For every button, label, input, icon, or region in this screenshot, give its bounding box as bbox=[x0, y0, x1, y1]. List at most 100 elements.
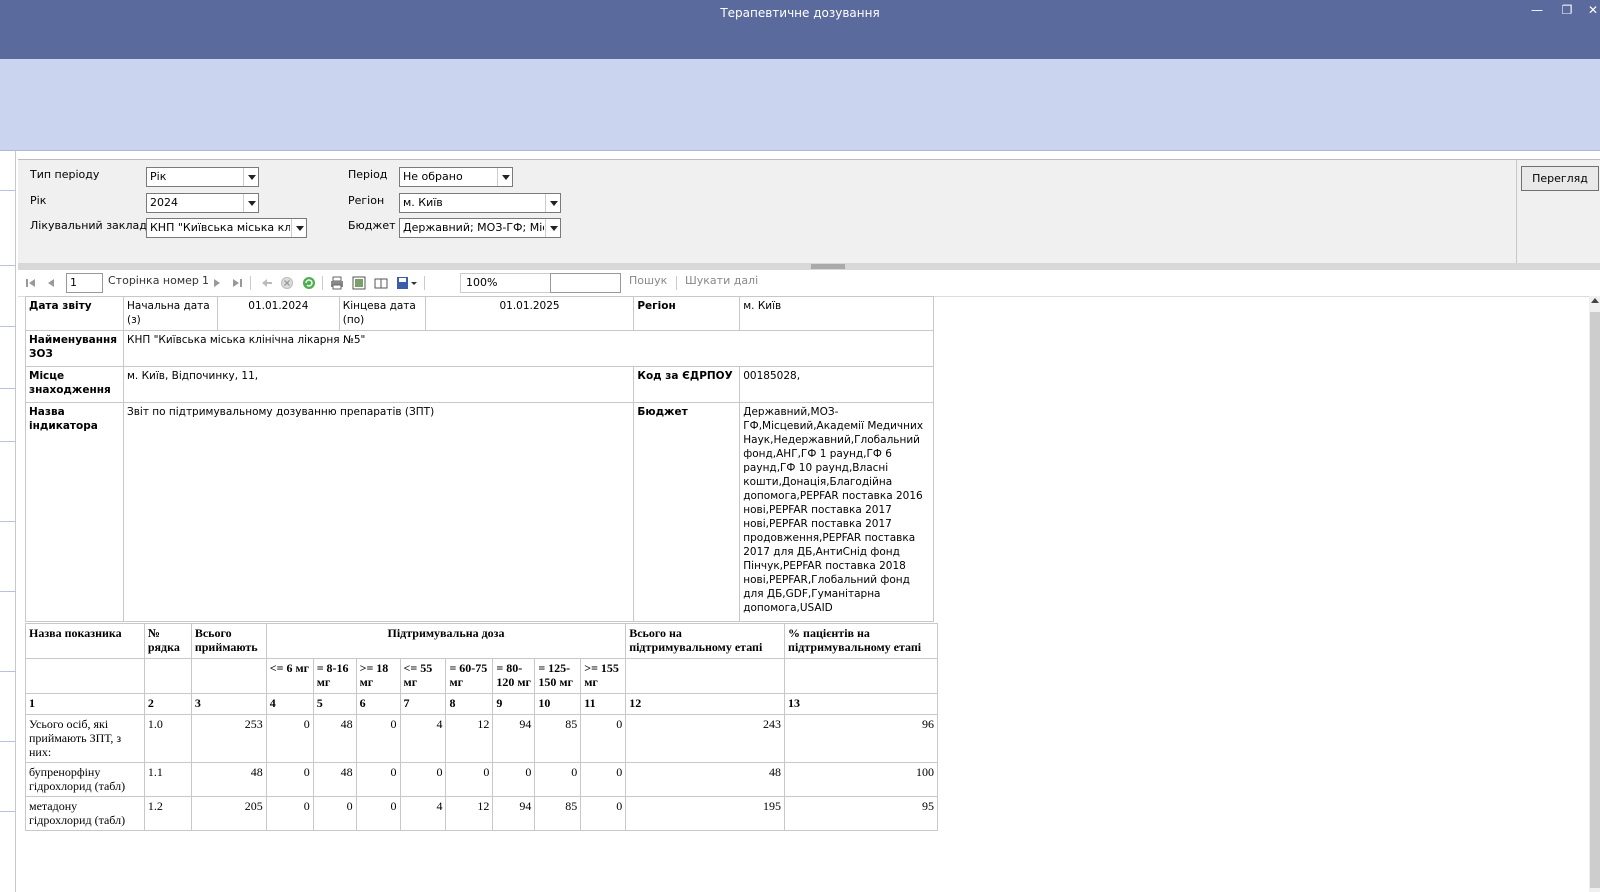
budget-value: Державний,МОЗ-ГФ,Місцевий,Академії Медич… bbox=[739, 402, 934, 622]
title-bar: Терапевтичне дозування — ❐ ✕ bbox=[0, 0, 1600, 59]
dose-range-header: = 60-75 мг bbox=[445, 658, 494, 694]
dose-value: 4 bbox=[399, 796, 447, 831]
col-dose-header: Підтримувальна доза bbox=[265, 623, 627, 659]
region-label: Регіон bbox=[348, 194, 385, 207]
restore-button[interactable]: ❐ bbox=[1558, 2, 1576, 18]
period-select[interactable]: Не обрано bbox=[399, 167, 513, 187]
region-select[interactable]: м. Київ bbox=[399, 193, 561, 213]
dose-value: 0 bbox=[265, 714, 314, 763]
row-total: 48 bbox=[190, 762, 267, 797]
left-panel-edge bbox=[0, 151, 16, 892]
report-scrollbar[interactable] bbox=[1589, 296, 1600, 892]
row-number: 1.1 bbox=[143, 762, 192, 797]
export-icon[interactable] bbox=[396, 276, 410, 290]
dosage-table: Назва показника № рядка Всього приймають… bbox=[25, 623, 938, 831]
last-page-icon[interactable] bbox=[230, 276, 244, 290]
indicator-value: Звіт по підтримувальному дозуванню препа… bbox=[122, 402, 635, 622]
column-number: 12 bbox=[625, 693, 786, 715]
start-date: 01.01.2024 bbox=[216, 296, 340, 331]
chevron-down-icon[interactable] bbox=[291, 219, 306, 237]
dose-value: 48 bbox=[312, 762, 357, 797]
report-header-table: Дата звіту Начальна дата (з) 01.01.2024 … bbox=[25, 296, 935, 622]
row-maint-total: 195 bbox=[625, 796, 786, 831]
minimize-button[interactable]: — bbox=[1528, 2, 1546, 18]
dose-value: 0 bbox=[534, 762, 582, 797]
column-number: 13 bbox=[784, 693, 938, 715]
row-name: Усього осіб, які приймають ЗПТ, з них: bbox=[25, 714, 145, 763]
search-button[interactable]: Пошук bbox=[629, 274, 667, 287]
column-number: 11 bbox=[580, 693, 627, 715]
export-dropdown-icon[interactable] bbox=[410, 276, 418, 290]
chevron-down-icon[interactable] bbox=[243, 168, 258, 186]
chevron-down-icon[interactable] bbox=[545, 194, 560, 212]
next-page-icon[interactable] bbox=[210, 276, 224, 290]
back-icon[interactable] bbox=[260, 276, 274, 290]
column-number-row: 1 2 3 4 5 6 7 8 9 10 11 12 13 bbox=[25, 693, 938, 715]
page-total: 1 bbox=[202, 274, 209, 287]
facility-select[interactable]: КНП "Київська міська клін bbox=[146, 218, 307, 238]
view-button[interactable]: Перегляд bbox=[1521, 166, 1599, 191]
table-row: Усього осіб, які приймають ЗПТ, з них: 1… bbox=[25, 714, 938, 763]
col-percent-header: % пацієнтів на підтримувальному етапі bbox=[784, 623, 938, 659]
column-number: 9 bbox=[492, 693, 536, 715]
row-percent: 100 bbox=[784, 762, 938, 797]
period-type-label: Тип періоду bbox=[30, 168, 100, 181]
search-input[interactable] bbox=[550, 273, 621, 293]
print-layout-icon[interactable] bbox=[352, 276, 366, 290]
chevron-down-icon[interactable] bbox=[497, 168, 512, 186]
budget-select[interactable]: Державний; МОЗ-ГФ; Міс bbox=[399, 218, 561, 238]
chevron-down-icon[interactable] bbox=[545, 219, 560, 237]
first-page-icon[interactable] bbox=[24, 276, 38, 290]
period-type-select[interactable]: Рік bbox=[146, 167, 259, 187]
refresh-icon[interactable] bbox=[302, 276, 316, 290]
column-number: 7 bbox=[399, 693, 447, 715]
start-date-label: Начальна дата (з) bbox=[122, 296, 218, 331]
scroll-thumb[interactable] bbox=[1590, 312, 1600, 888]
end-date: 01.01.2025 bbox=[424, 296, 635, 331]
column-number: 5 bbox=[312, 693, 357, 715]
page-number-input[interactable]: 1 bbox=[66, 273, 103, 293]
find-next-button[interactable]: Шукати далі bbox=[685, 274, 758, 287]
year-label: Рік bbox=[30, 194, 47, 207]
row-number: 1.2 bbox=[143, 796, 192, 831]
table-row: бупренорфіну гідрохлорид (табл) 1.1 48 0… bbox=[25, 762, 938, 797]
col-total-header: Всього приймають bbox=[190, 623, 267, 659]
col-row-header: № рядка bbox=[143, 623, 192, 659]
splitter[interactable] bbox=[18, 263, 1600, 270]
dose-value: 4 bbox=[399, 714, 447, 763]
row-percent: 96 bbox=[784, 714, 938, 763]
splitter-grip[interactable] bbox=[811, 264, 845, 269]
dose-range-header: >= 155 мг bbox=[580, 658, 627, 694]
stop-icon[interactable] bbox=[280, 276, 294, 290]
row-number: 1.0 bbox=[143, 714, 192, 763]
budget-label: Бюджет bbox=[348, 219, 396, 232]
budget-label: Бюджет bbox=[633, 402, 741, 622]
dose-value: 0 bbox=[355, 796, 401, 831]
dose-value: 0 bbox=[492, 762, 536, 797]
dose-value: 12 bbox=[445, 796, 494, 831]
location-value: м. Київ, Відпочинку, 11, bbox=[122, 366, 635, 403]
chevron-down-icon[interactable] bbox=[243, 194, 258, 212]
filter-separator bbox=[1516, 160, 1517, 263]
end-date-label: Кінцева дата (по) bbox=[338, 296, 426, 331]
column-number: 3 bbox=[190, 693, 267, 715]
location-label: Місце знаходження bbox=[25, 366, 124, 403]
close-button[interactable]: ✕ bbox=[1584, 2, 1600, 18]
table-row: метадону гідрохлорид (табл) 1.2 205 0 0 … bbox=[25, 796, 938, 831]
previous-page-icon[interactable] bbox=[44, 276, 58, 290]
filter-panel: Тип періоду Рік Рік 2024 Лікувальний зак… bbox=[18, 159, 1600, 264]
page-setup-icon[interactable] bbox=[374, 276, 388, 290]
facility-label: Найменування ЗОЗ bbox=[25, 330, 124, 367]
row-total: 253 bbox=[190, 714, 267, 763]
column-number: 1 bbox=[25, 693, 145, 715]
dose-range-header: = 80-120 мг bbox=[492, 658, 536, 694]
print-icon[interactable] bbox=[330, 276, 344, 290]
column-number: 10 bbox=[534, 693, 582, 715]
col-maint-total-header: Всього на підтримувальному етапі bbox=[625, 623, 786, 659]
region-label: Регіон bbox=[633, 296, 741, 331]
scroll-up-icon[interactable] bbox=[1591, 298, 1599, 303]
edrpou-label: Код за ЄДРПОУ bbox=[633, 366, 741, 403]
dose-value: 85 bbox=[534, 796, 582, 831]
year-select[interactable]: 2024 bbox=[146, 193, 259, 213]
dose-value: 0 bbox=[312, 796, 357, 831]
